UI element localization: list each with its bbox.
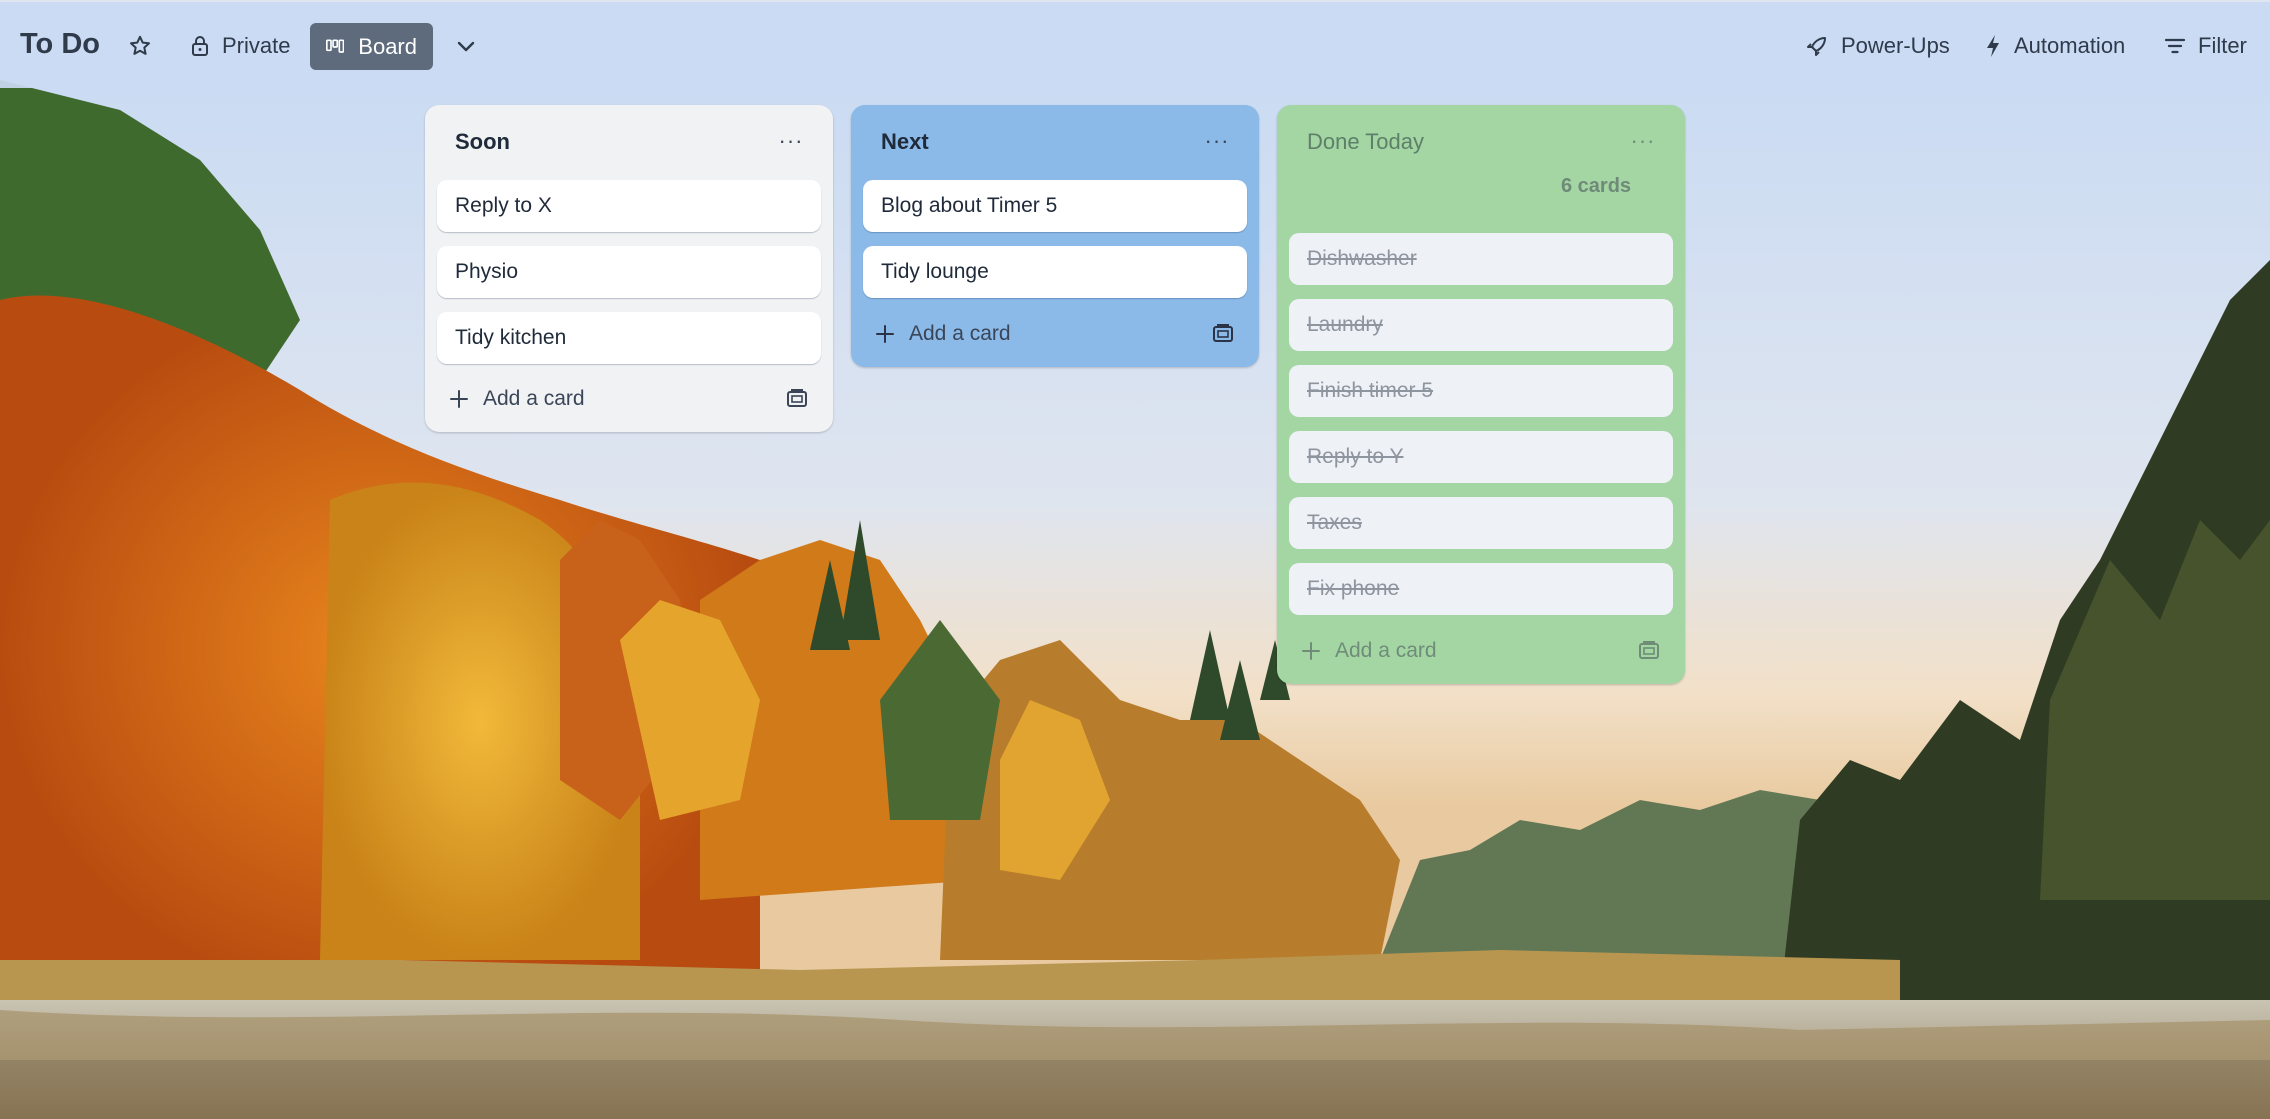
automation-button[interactable]: Automation (1970, 22, 2139, 70)
visibility-label: Private (222, 33, 291, 58)
add-card-button[interactable]: Add a card (1301, 639, 1437, 663)
card[interactable]: Reply to Y (1289, 431, 1673, 483)
card[interactable]: Physio (437, 246, 821, 298)
card[interactable]: Dishwasher (1289, 233, 1673, 285)
list-soon: Soon ··· Reply to X Physio Tidy kitchen … (425, 105, 833, 432)
card[interactable]: Taxes (1289, 497, 1673, 549)
chevron-down-icon (457, 41, 475, 52)
list-menu-button[interactable]: ··· (1625, 123, 1661, 159)
add-card-button[interactable]: Add a card (449, 387, 585, 411)
star-icon (130, 35, 150, 55)
card[interactable]: Tidy kitchen (437, 312, 821, 364)
plus-icon (450, 390, 468, 408)
add-card-button[interactable]: Add a card (875, 322, 1011, 346)
more-icon: ··· (1204, 128, 1230, 153)
powerups-button[interactable]: Power-Ups (1791, 22, 1964, 70)
card[interactable]: Laundry (1289, 299, 1673, 351)
list-title[interactable]: Soon (455, 129, 510, 155)
more-icon: ··· (778, 128, 804, 153)
plus-icon (876, 325, 894, 343)
card-template-icon[interactable] (785, 387, 809, 411)
visibility-button[interactable]: Private (176, 22, 304, 70)
card-count: 6 cards (1561, 175, 1632, 197)
filter-button[interactable]: Filter (2150, 22, 2261, 70)
card-template-icon[interactable] (1637, 639, 1661, 663)
board-title[interactable]: To Do (20, 28, 100, 61)
add-card-label: Add a card (1335, 639, 1437, 662)
card[interactable]: Fix phone (1289, 563, 1673, 615)
board-icon (326, 39, 345, 53)
add-card-label: Add a card (909, 322, 1011, 345)
powerups-label: Power-Ups (1841, 33, 1950, 58)
rocket-icon (1807, 37, 1826, 56)
card[interactable]: Tidy lounge (863, 246, 1247, 298)
board-header: To Do Private Board Power-Ups Automation… (0, 0, 2270, 88)
add-card-label: Add a card (483, 387, 585, 410)
automation-label: Automation (2014, 33, 2126, 58)
card-template-icon[interactable] (1211, 322, 1235, 346)
list-title[interactable]: Done Today (1307, 129, 1424, 155)
card[interactable]: Reply to X (437, 180, 821, 232)
list-menu-button[interactable]: ··· (1199, 123, 1235, 159)
card[interactable]: Finish timer 5 (1289, 365, 1673, 417)
list-title[interactable]: Next (881, 129, 929, 155)
list-done-today: Done Today ··· 6 cards Dishwasher Laundr… (1277, 105, 1685, 684)
list-next: Next ··· Blog about Timer 5 Tidy lounge … (851, 105, 1259, 367)
plus-icon (1302, 642, 1320, 660)
card[interactable]: Blog about Timer 5 (863, 180, 1247, 232)
filter-label: Filter (2198, 33, 2247, 58)
filter-icon (2164, 38, 2186, 54)
view-switcher-button[interactable] (444, 22, 488, 70)
more-icon: ··· (1630, 128, 1656, 153)
star-board-button[interactable] (120, 22, 164, 70)
view-label: Board (358, 33, 417, 59)
lightning-icon (1987, 35, 1999, 57)
list-menu-button[interactable]: ··· (773, 123, 809, 159)
lock-icon (192, 36, 208, 56)
board-view-button[interactable]: Board (310, 23, 433, 70)
